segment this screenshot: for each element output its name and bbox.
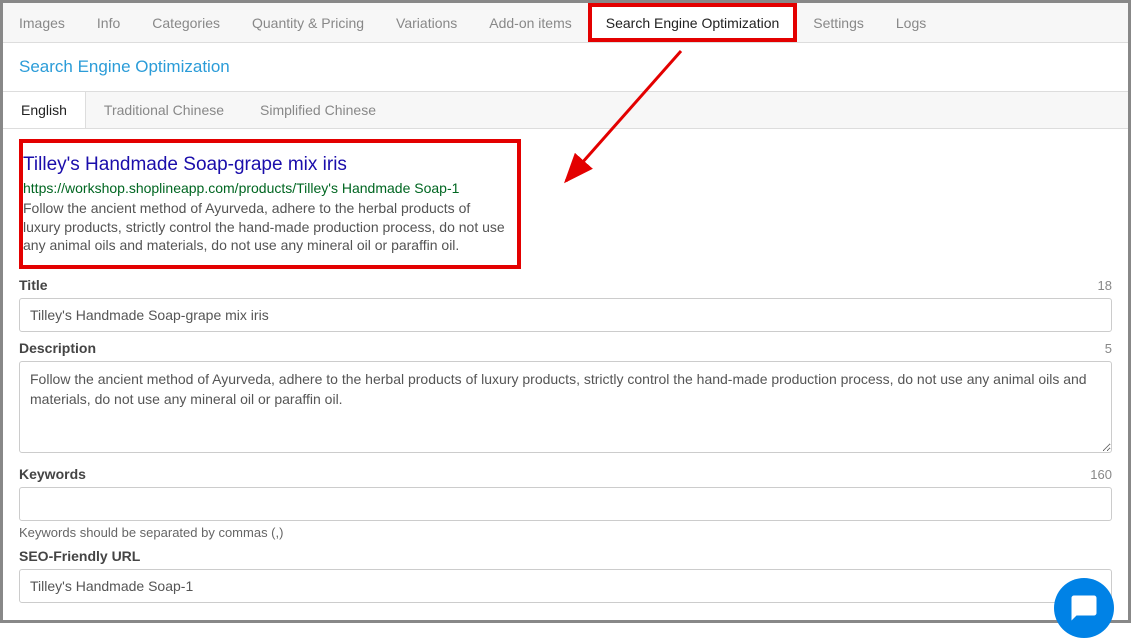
- lang-tabs: English Traditional Chinese Simplified C…: [3, 91, 1128, 129]
- chat-button[interactable]: [1054, 578, 1114, 638]
- title-label: Title: [19, 277, 48, 293]
- preview-description: Follow the ancient method of Ayurveda, a…: [23, 199, 505, 256]
- tab-info[interactable]: Info: [81, 3, 136, 42]
- top-tabs: Images Info Categories Quantity & Pricin…: [3, 3, 1128, 43]
- title-counter: 18: [1098, 278, 1112, 293]
- keywords-input[interactable]: [19, 487, 1112, 521]
- preview-title: Tilley's Handmade Soap-grape mix iris: [23, 153, 505, 178]
- section-title: Search Engine Optimization: [3, 43, 1128, 91]
- lang-tab-traditional-chinese[interactable]: Traditional Chinese: [86, 92, 242, 128]
- keywords-hint: Keywords should be separated by commas (…: [19, 525, 1112, 540]
- tab-logs[interactable]: Logs: [880, 3, 942, 42]
- title-group: Title 18: [19, 277, 1112, 332]
- keywords-label: Keywords: [19, 466, 86, 482]
- tab-quantity-pricing[interactable]: Quantity & Pricing: [236, 3, 380, 42]
- tab-variations[interactable]: Variations: [380, 3, 473, 42]
- preview-url: https://workshop.shoplineapp.com/product…: [23, 180, 505, 196]
- keywords-group: Keywords 160 Keywords should be separate…: [19, 466, 1112, 540]
- description-input[interactable]: [19, 361, 1112, 453]
- tab-images[interactable]: Images: [3, 3, 81, 42]
- keywords-counter: 160: [1090, 467, 1112, 482]
- tab-settings[interactable]: Settings: [797, 3, 880, 42]
- title-input[interactable]: [19, 298, 1112, 332]
- chat-icon: [1069, 593, 1099, 623]
- description-label: Description: [19, 340, 96, 356]
- seo-url-label: SEO-Friendly URL: [19, 548, 140, 564]
- description-group: Description 5: [19, 340, 1112, 458]
- lang-tab-simplified-chinese[interactable]: Simplified Chinese: [242, 92, 394, 128]
- tab-seo[interactable]: Search Engine Optimization: [588, 3, 798, 42]
- seo-url-input[interactable]: [19, 569, 1112, 603]
- tab-addon-items[interactable]: Add-on items: [473, 3, 587, 42]
- tab-categories[interactable]: Categories: [136, 3, 236, 42]
- description-counter: 5: [1105, 341, 1112, 356]
- seo-preview-box: Tilley's Handmade Soap-grape mix iris ht…: [19, 139, 521, 269]
- seo-url-group: SEO-Friendly URL: [19, 548, 1112, 603]
- lang-tab-english[interactable]: English: [3, 92, 86, 128]
